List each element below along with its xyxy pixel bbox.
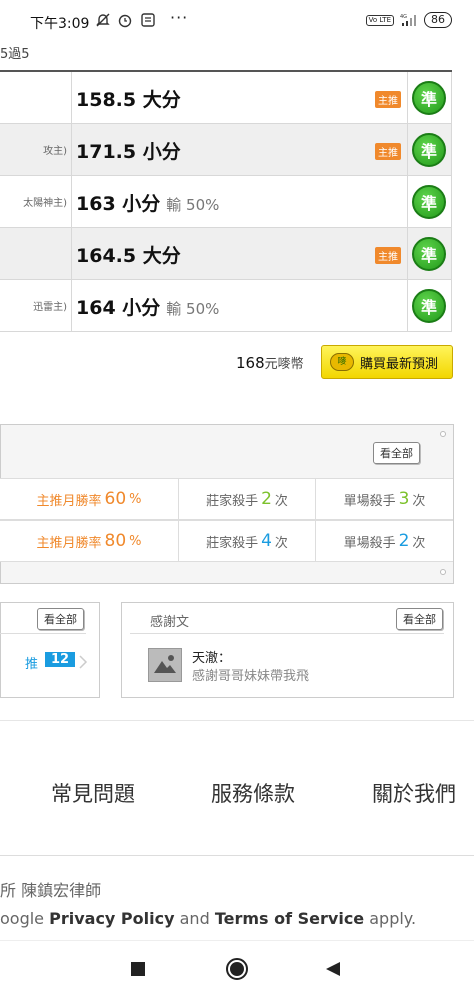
table-row: 164.5 大分 主推 準 xyxy=(0,228,452,280)
faq-link[interactable]: 常見問題 xyxy=(51,778,135,808)
main-pick-tag: 主推 xyxy=(375,91,401,108)
pick-text: 164.5 大分 xyxy=(76,245,181,267)
terms-link[interactable]: 服務條款 xyxy=(211,778,295,808)
accurate-badge: 準 xyxy=(412,289,446,323)
alarm-icon xyxy=(118,14,132,28)
more-notifications-icon: ··· xyxy=(170,8,189,27)
svg-text:4G: 4G xyxy=(400,14,407,20)
panel-corner xyxy=(440,431,446,437)
about-link[interactable]: 關於我們 xyxy=(372,778,456,808)
price-text: 168元嘜幣 xyxy=(236,354,304,372)
back-icon[interactable] xyxy=(325,961,341,977)
broken-image-icon xyxy=(154,655,176,673)
buy-button-label: 購買最新預測 xyxy=(360,356,439,372)
accurate-badge: 準 xyxy=(412,237,446,271)
banker-killer: 莊家殺手 4 次 xyxy=(178,521,315,561)
thanks-card-title: 感謝文 xyxy=(150,615,190,630)
accurate-badge: 準 xyxy=(412,81,446,115)
main-pick-tag: 主推 xyxy=(375,247,401,264)
privacy-policy-link[interactable]: Privacy Policy xyxy=(49,909,174,928)
view-all-button[interactable]: 看全部 xyxy=(373,442,420,464)
monthly-win-rate: 主推月勝率 60% xyxy=(36,489,142,509)
team-name: 迅雷主) xyxy=(33,302,67,313)
chevron-right-icon[interactable] xyxy=(78,654,88,670)
system-nav-bar xyxy=(0,940,474,1000)
lawyer-text: 所 陳鎮宏律師 xyxy=(0,881,102,900)
pick-text: 158.5 大分 xyxy=(76,89,181,111)
avatar xyxy=(148,648,182,682)
mute-icon xyxy=(96,13,110,27)
pick-text: 171.5 小分 xyxy=(76,141,181,163)
banker-killer: 莊家殺手 2 次 xyxy=(178,479,315,519)
table-row: 迅雷主) 164 小分輸 50% 準 xyxy=(0,280,452,332)
recaptcha-notice: oogle Privacy Policy and Terms of Servic… xyxy=(0,909,417,928)
accurate-badge: 準 xyxy=(412,133,446,167)
stats-row: 主推月勝率 60% 莊家殺手 2 次 單場殺手 3 次 xyxy=(0,478,453,520)
recommend-count[interactable]: 12 xyxy=(45,652,76,667)
stats-row: 主推月勝率 80% 莊家殺手 4 次 單場殺手 2 次 xyxy=(0,520,453,562)
home-icon[interactable] xyxy=(225,957,249,981)
table-row: 攻主) 171.5 小分 主推 準 xyxy=(0,124,452,176)
thanks-author: 天澈： xyxy=(192,651,232,666)
battery-icon: 86 xyxy=(424,12,452,28)
monthly-win-rate: 主推月勝率 80% xyxy=(36,531,142,551)
pick-text: 164 小分輸 50% xyxy=(76,297,220,319)
coin-icon: 嘜 xyxy=(330,353,354,371)
view-all-button[interactable]: 看全部 xyxy=(396,608,443,630)
breadcrumb: 5過5 xyxy=(0,47,30,62)
single-killer: 單場殺手 3 次 xyxy=(315,479,453,519)
signal-icon: 4G xyxy=(400,14,416,26)
accurate-badge: 準 xyxy=(412,185,446,219)
main-pick-tag: 主推 xyxy=(375,143,401,160)
single-killer: 單場殺手 2 次 xyxy=(315,521,453,561)
table-row: 158.5 大分 主推 準 xyxy=(0,72,452,124)
team-name: 太陽神主) xyxy=(23,198,67,209)
thanks-text: 感謝哥哥妹妹帶我飛 xyxy=(192,669,310,684)
panel-corner xyxy=(440,569,446,575)
clock: 下午3:09 xyxy=(30,16,90,32)
volte-icon: Vo LTE xyxy=(365,14,394,26)
prediction-table: 158.5 大分 主推 準 攻主) 171.5 小分 主推 準 太陽神主) 16… xyxy=(0,70,452,332)
buy-prediction-button[interactable]: 嘜 購買最新預測 xyxy=(321,345,453,379)
team-name: 攻主) xyxy=(43,146,67,157)
recommend-label: 推 xyxy=(25,657,39,672)
table-row: 太陽神主) 163 小分輸 50% 準 xyxy=(0,176,452,228)
recents-icon[interactable] xyxy=(130,961,146,977)
view-all-button[interactable]: 看全部 xyxy=(37,608,84,630)
terms-of-service-link[interactable]: Terms of Service xyxy=(215,909,364,928)
status-bar: 下午3:09 ··· Vo LTE 4G 86 xyxy=(0,0,474,44)
notification-icon xyxy=(141,13,155,27)
pick-text: 163 小分輸 50% xyxy=(76,193,220,215)
